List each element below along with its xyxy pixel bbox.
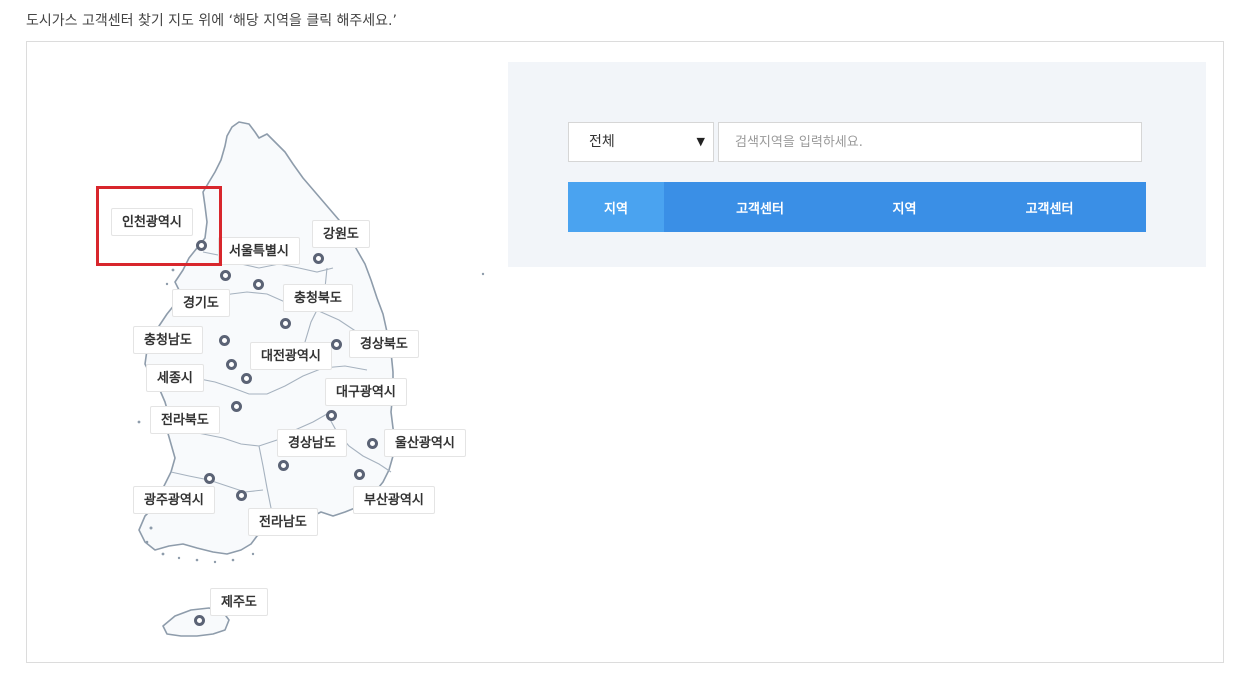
region-label-incheon[interactable]: 인천광역시 (111, 208, 193, 236)
marker-gangwon[interactable] (313, 253, 324, 264)
marker-incheon[interactable] (196, 240, 207, 251)
marker-ulsan[interactable] (367, 438, 378, 449)
region-select[interactable]: 전체 ▼ (568, 122, 714, 162)
marker-jeju[interactable] (194, 615, 205, 626)
marker-sejong[interactable] (241, 373, 252, 384)
region-label-jeju[interactable]: 제주도 (210, 588, 268, 616)
marker-jeonnam[interactable] (236, 490, 247, 501)
marker-gyeongbuk[interactable] (331, 339, 342, 350)
region-label-jeonnam[interactable]: 전라남도 (248, 508, 318, 536)
marker-seoul[interactable] (220, 270, 231, 281)
region-label-sejong[interactable]: 세종시 (146, 364, 204, 392)
marker-gwangju[interactable] (204, 473, 215, 484)
search-input[interactable] (718, 122, 1142, 162)
region-label-gyeonggi[interactable]: 경기도 (172, 289, 230, 317)
marker-chungbuk[interactable] (280, 318, 291, 329)
region-label-gwangju[interactable]: 광주광역시 (133, 486, 215, 514)
marker-gyeongnam[interactable] (278, 460, 289, 471)
region-select-value: 전체 (589, 134, 615, 150)
header-center-1: 고객센터 (664, 182, 856, 232)
region-label-daejeon[interactable]: 대전광역시 (250, 342, 332, 370)
region-label-daegu[interactable]: 대구광역시 (325, 378, 407, 406)
marker-daegu[interactable] (326, 410, 337, 421)
marker-busan[interactable] (354, 469, 365, 480)
header-region-2: 지역 (856, 182, 953, 232)
search-panel: 전체 ▼ 지역 고객센터 지역 고객센터 (508, 62, 1206, 267)
marker-jeonbuk[interactable] (231, 401, 242, 412)
results-table-header: 지역 고객센터 지역 고객센터 (568, 182, 1146, 232)
page-instruction: 도시가스 고객센터 찾기 지도 위에 ‘해당 지역을 클릭 해주세요.’ (26, 13, 397, 29)
region-label-chungbuk[interactable]: 충청북도 (283, 284, 353, 312)
region-label-gyeongnam[interactable]: 경상남도 (277, 429, 347, 457)
region-label-gyeongbuk[interactable]: 경상북도 (349, 330, 419, 358)
region-label-jeonbuk[interactable]: 전라북도 (150, 406, 220, 434)
header-center-2: 고객센터 (953, 182, 1146, 232)
marker-gyeonggi[interactable] (253, 279, 264, 290)
region-label-gangwon[interactable]: 강원도 (312, 220, 370, 248)
header-region-1: 지역 (568, 182, 664, 232)
region-label-chungnam[interactable]: 충청남도 (133, 326, 203, 354)
region-label-seoul[interactable]: 서울특별시 (218, 237, 300, 265)
korea-map: 인천광역시 서울특별시 강원도 경기도 충청북도 충청남도 경상북도 대전광역시… (27, 42, 507, 662)
region-label-ulsan[interactable]: 울산광역시 (384, 429, 466, 457)
chevron-down-icon: ▼ (696, 135, 705, 148)
region-label-busan[interactable]: 부산광역시 (353, 486, 435, 514)
marker-chungnam[interactable] (219, 335, 230, 346)
gas-center-finder: 인천광역시 서울특별시 강원도 경기도 충청북도 충청남도 경상북도 대전광역시… (26, 41, 1224, 663)
marker-daejeon[interactable] (226, 359, 237, 370)
